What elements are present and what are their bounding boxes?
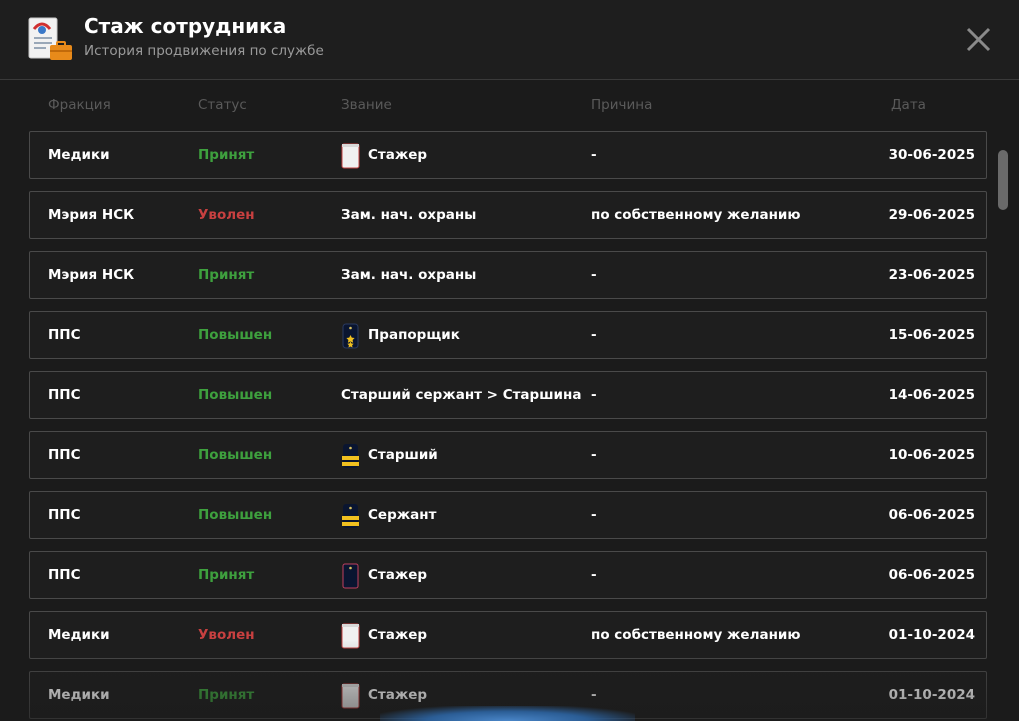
stripes-shoulder-board-icon [341,502,360,528]
date-cell: 06-06-2025 [888,567,975,583]
faction-cell: Медики [48,147,110,163]
stripes-shoulder-board-icon [341,442,360,468]
rank-cell: Стажер [341,552,427,598]
reason-cell: - [591,147,597,163]
scrollbar-thumb[interactable] [998,150,1008,210]
status-cell: Повышен [198,327,273,343]
faction-cell: ППС [48,447,81,463]
table-row[interactable]: Медики Принят Стажер - 30-06-2025 [29,131,987,179]
table-row[interactable]: ППС Принят Стажер - 06-06-2025 [29,551,987,599]
table-row[interactable]: Медики Уволен Стажер по собственному желани… [29,611,987,659]
date-cell: 14-06-2025 [888,387,975,403]
date-cell: 29-06-2025 [888,207,975,223]
date-cell: 15-06-2025 [888,327,975,343]
date-cell: 30-06-2025 [888,147,975,163]
faction-cell: ППС [48,327,81,343]
rank-cell: Зам. нач. охраны [341,192,476,238]
close-icon[interactable] [962,24,994,56]
status-cell: Уволен [198,207,255,223]
status-cell: Принят [198,267,255,283]
faction-cell: ППС [48,387,81,403]
white-badge-icon [341,682,360,709]
rank-cell: Старший [341,432,438,478]
table-row[interactable]: Мэрия НСК Принят Зам. нач. охраны - 23-06-20… [29,251,987,299]
rank-label: Старший [368,447,438,463]
column-header-reason: Причина [591,97,653,113]
reason-cell: по собственному желанию [591,207,801,223]
status-cell: Повышен [198,507,273,523]
date-cell: 01-10-2024 [888,687,975,703]
page-subtitle: История продвижения по службе [84,43,324,59]
rank-label: Стажер [368,567,428,583]
rank-cell: Сержант [341,492,436,538]
status-cell: Принят [198,567,255,583]
reason-cell: - [591,267,597,283]
page-title: Стаж сотрудника [84,14,287,38]
rank-label: Сержант [368,507,437,523]
table-row[interactable]: ППС Повышен Старший - 10-06-2025 [29,431,987,479]
reason-cell: - [591,327,597,343]
table-row[interactable]: Мэрия НСК Уволен Зам. нач. охраны по собств… [29,191,987,239]
table-row[interactable]: ППС Повышен Прапорщик - 15-06-2025 [29,311,987,359]
rank-label: Прапорщик [368,327,460,343]
rank-cell: Старший сержант > Старшина [341,372,581,418]
white-badge-icon [341,622,360,649]
column-header-faction: Фракция [48,97,111,113]
table-row[interactable]: ППС Повышен Сержант - 06-06-2025 [29,491,987,539]
column-header-date: Дата [891,97,926,113]
bottom-glow [380,706,635,721]
status-cell: Повышен [198,387,273,403]
date-cell: 01-10-2024 [888,627,975,643]
rank-cell: Стажер [341,612,427,658]
rank-label: Зам. нач. охраны [341,207,477,223]
rank-cell: Прапорщик [341,312,460,358]
status-cell: Повышен [198,447,273,463]
rank-label: Зам. нач. охраны [341,267,477,283]
reason-cell: по собственному желанию [591,627,801,643]
two-star-shoulder-board-icon [341,322,360,349]
rank-label: Стажер [368,147,428,163]
faction-cell: ППС [48,507,81,523]
table-row[interactable]: ППС Повышен Старший сержант > Старшина - 14-… [29,371,987,419]
history-list[interactable]: Медики Принят Стажер - 30-06-2025 Мэрия НСК Ув… [0,131,1000,721]
white-badge-icon [341,142,360,169]
reason-cell: - [591,447,597,463]
faction-cell: ППС [48,567,81,583]
column-header-rank: Звание [341,97,392,113]
rank-cell: Стажер [341,132,427,178]
reason-cell: - [591,567,597,583]
plain-shoulder-board-icon [341,562,360,589]
date-cell: 23-06-2025 [888,267,975,283]
date-cell: 10-06-2025 [888,447,975,463]
status-cell: Принят [198,687,255,703]
reason-cell: - [591,387,597,403]
faction-cell: Мэрия НСК [48,267,135,283]
window-header: Стаж сотрудника История продвижения по с… [0,0,1019,80]
status-cell: Принят [198,147,255,163]
date-cell: 06-06-2025 [888,507,975,523]
column-header-status: Статус [198,97,247,113]
employee-record-icon [28,17,72,60]
faction-cell: Медики [48,627,110,643]
rank-label: Старший сержант > Старшина [341,387,582,403]
status-cell: Уволен [198,627,255,643]
rank-cell: Зам. нач. охраны [341,252,476,298]
rank-label: Стажер [368,627,428,643]
reason-cell: - [591,507,597,523]
faction-cell: Мэрия НСК [48,207,135,223]
faction-cell: Медики [48,687,110,703]
